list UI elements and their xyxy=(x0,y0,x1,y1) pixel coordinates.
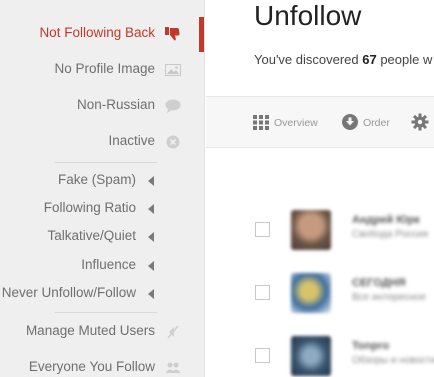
user-name[interactable]: СЕГОДНЯ xyxy=(352,277,405,289)
row-checkbox[interactable] xyxy=(255,285,270,300)
main-content: Unfollow You've discovered 67 people w O… xyxy=(206,0,434,377)
sidebar-item-not-following-back[interactable]: Not Following Back xyxy=(0,20,205,48)
order-icon xyxy=(341,113,359,131)
subtitle-suffix: people w xyxy=(376,52,433,67)
speech-bubble-icon xyxy=(165,99,181,113)
sidebar-item-label: Everyone You Follow xyxy=(28,359,155,374)
sidebar-divider xyxy=(55,312,157,313)
overview-button[interactable]: Overview xyxy=(252,113,332,133)
sidebar-item-label: Non-Russian xyxy=(76,97,155,112)
sidebar-item-label: Not Following Back xyxy=(39,25,155,40)
users-icon xyxy=(165,361,181,375)
list-item: СЕГОДНЯ Все интересное xyxy=(206,267,434,317)
toolbar: Overview Order xyxy=(206,96,434,148)
sidebar: Not Following Back No Profile Image Non-… xyxy=(0,0,205,377)
sidebar-item-label: No Profile Image xyxy=(54,61,155,76)
thumbs-down-icon xyxy=(165,27,181,41)
discovered-count: 67 xyxy=(362,52,377,67)
avatar[interactable] xyxy=(291,210,331,250)
sidebar-item-talkative-quiet[interactable]: Talkative/Quiet xyxy=(0,223,205,251)
grid-icon xyxy=(252,113,270,131)
sidebar-item-influence[interactable]: Influence xyxy=(0,252,205,280)
sidebar-item-label: Following Ratio xyxy=(43,200,136,215)
sidebar-item-fake-spam[interactable]: Fake (Spam) xyxy=(0,167,205,195)
caret-left-icon xyxy=(148,289,154,299)
sidebar-item-manage-muted-users[interactable]: Manage Muted Users xyxy=(0,318,205,346)
gear-icon xyxy=(411,113,429,131)
caret-left-icon xyxy=(148,232,154,242)
image-icon xyxy=(165,63,181,77)
sidebar-item-label: Talkative/Quiet xyxy=(47,228,136,243)
sidebar-item-inactive[interactable]: Inactive xyxy=(0,128,205,156)
order-label: Order xyxy=(363,117,390,129)
sidebar-item-following-ratio[interactable]: Following Ratio xyxy=(0,195,205,223)
sidebar-item-label: Fake (Spam) xyxy=(57,172,136,187)
sidebar-item-no-profile-image[interactable]: No Profile Image xyxy=(0,56,205,84)
user-name[interactable]: Андрей Юрк xyxy=(352,214,420,226)
sidebar-item-label: Never Unfollow/Follow xyxy=(1,285,136,300)
sidebar-item-label: Manage Muted Users xyxy=(25,323,155,338)
sidebar-item-everyone-you-follow[interactable]: Everyone You Follow xyxy=(0,354,205,377)
avatar[interactable] xyxy=(291,273,331,313)
list-item: Tonpro Обзоры и новости xyxy=(206,330,434,377)
settings-button[interactable] xyxy=(411,113,433,133)
overview-label: Overview xyxy=(274,117,318,129)
subtitle-prefix: You've discovered xyxy=(254,52,363,67)
page-title: Unfollow xyxy=(254,0,362,31)
sidebar-divider xyxy=(55,162,157,163)
avatar[interactable] xyxy=(291,336,331,376)
sidebar-item-label: Inactive xyxy=(108,133,155,148)
caret-left-icon xyxy=(148,176,154,186)
user-meta: Все интересное xyxy=(352,292,426,303)
sidebar-item-non-russian[interactable]: Non-Russian xyxy=(0,92,205,120)
caret-left-icon xyxy=(148,261,154,271)
user-meta: Обзоры и новости xyxy=(352,355,434,366)
sidebar-item-never-unfollow-follow[interactable]: Never Unfollow/Follow xyxy=(0,280,205,308)
row-checkbox[interactable] xyxy=(255,222,270,237)
row-checkbox[interactable] xyxy=(255,348,270,363)
list-item: Андрей Юрк Свобода Россия xyxy=(206,204,434,254)
subtitle: You've discovered 67 people w xyxy=(254,52,432,67)
mute-icon xyxy=(165,325,181,339)
sidebar-item-label: Influence xyxy=(81,257,136,272)
cancel-circle-icon xyxy=(165,135,181,149)
caret-left-icon xyxy=(148,204,154,214)
user-name[interactable]: Tonpro xyxy=(352,340,389,352)
user-meta: Свобода Россия xyxy=(352,229,429,240)
order-button[interactable]: Order xyxy=(341,113,401,133)
